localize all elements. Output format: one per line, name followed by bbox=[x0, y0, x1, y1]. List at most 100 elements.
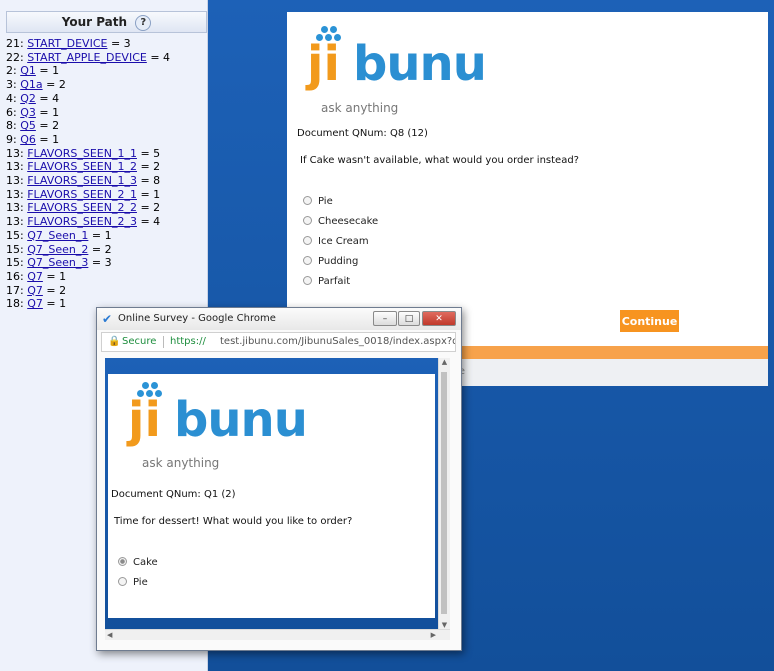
radio-button[interactable] bbox=[303, 236, 312, 245]
path-item-value: = 4 bbox=[146, 50, 171, 64]
path-item-value: = 2 bbox=[88, 242, 112, 256]
path-item-value: = 3 bbox=[88, 256, 112, 270]
path-item-index: 15: bbox=[6, 228, 28, 242]
path-item-value: = 4 bbox=[35, 91, 60, 105]
path-item-link[interactable]: Q3 bbox=[20, 106, 36, 119]
path-item-value: = 8 bbox=[136, 174, 161, 188]
path-item-link[interactable]: Q7 bbox=[27, 297, 43, 310]
path-item-link[interactable]: START_APPLE_DEVICE bbox=[27, 51, 147, 64]
path-item-link[interactable]: Q7_Seen_1 bbox=[27, 229, 88, 242]
path-item: 13: FLAVORS_SEEN_2_2 = 2 bbox=[6, 201, 170, 215]
popup-title: Online Survey - Google Chrome bbox=[118, 313, 276, 324]
path-item-index: 13: bbox=[6, 201, 28, 215]
popup-answer-option[interactable]: Pie bbox=[118, 577, 158, 597]
path-item-link[interactable]: Q2 bbox=[20, 92, 36, 105]
path-item: 22: START_APPLE_DEVICE = 4 bbox=[6, 51, 170, 65]
popup-question-number: Document QNum: Q1 (2) bbox=[111, 489, 236, 500]
answer-option[interactable]: Parfait bbox=[303, 276, 378, 296]
path-item-index: 3: bbox=[6, 78, 21, 92]
scroll-thumb[interactable] bbox=[441, 372, 447, 614]
path-item-link[interactable]: FLAVORS_SEEN_2_3 bbox=[27, 215, 137, 228]
answer-option[interactable]: Pudding bbox=[303, 256, 378, 276]
path-item-value: = 5 bbox=[136, 146, 161, 160]
popup-titlebar[interactable]: ✔ Online Survey - Google Chrome – □ ✕ bbox=[97, 308, 461, 330]
scroll-down-icon[interactable]: ▼ bbox=[439, 621, 450, 629]
scroll-left-icon[interactable]: ◀ bbox=[107, 630, 112, 640]
path-item-link[interactable]: FLAVORS_SEEN_2_2 bbox=[27, 201, 137, 214]
path-item-value: = 2 bbox=[136, 201, 161, 215]
scroll-up-icon[interactable]: ▲ bbox=[439, 358, 450, 366]
answer-option-label: Pie bbox=[318, 196, 333, 207]
path-item-value: = 1 bbox=[35, 105, 60, 119]
path-item: 15: Q7_Seen_2 = 2 bbox=[6, 243, 170, 257]
path-item-index: 13: bbox=[6, 215, 28, 229]
scroll-right-icon[interactable]: ▶ bbox=[431, 630, 436, 640]
horizontal-scrollbar[interactable]: ◀ ▶ bbox=[105, 629, 450, 640]
popup-question-text: Time for dessert! What would you like to… bbox=[114, 516, 353, 527]
answer-option[interactable]: Cheesecake bbox=[303, 216, 378, 236]
popup-window: ✔ Online Survey - Google Chrome – □ ✕ 🔒 … bbox=[96, 307, 462, 651]
path-item-link[interactable]: START_DEVICE bbox=[27, 37, 107, 50]
secure-label: Secure bbox=[122, 336, 157, 347]
path-item-link[interactable]: Q5 bbox=[20, 119, 36, 132]
vertical-scrollbar[interactable]: ▲ ▼ bbox=[438, 358, 450, 630]
popup-jibunu-logo: ji bunu ask anything bbox=[122, 382, 308, 470]
path-item-link[interactable]: Q7 bbox=[27, 284, 43, 297]
address-bar[interactable]: 🔒 Secure https:// test.jibunu.com/Jibunu… bbox=[101, 332, 456, 352]
radio-button[interactable] bbox=[303, 196, 312, 205]
path-item-link[interactable]: FLAVORS_SEEN_1_1 bbox=[27, 147, 137, 160]
path-item-link[interactable]: Q7 bbox=[27, 270, 43, 283]
path-item-link[interactable]: Q1a bbox=[20, 78, 42, 91]
answer-option[interactable]: Ice Cream bbox=[303, 236, 378, 256]
chrome-check-icon: ✔ bbox=[102, 312, 113, 326]
path-item-link[interactable]: Q6 bbox=[20, 133, 36, 146]
path-item: 16: Q7 = 1 bbox=[6, 270, 170, 284]
popup-survey-card: ji bunu ask anything Document QNum: Q1 (… bbox=[108, 374, 435, 618]
radio-button[interactable] bbox=[303, 256, 312, 265]
answer-option-label: Pudding bbox=[318, 256, 359, 267]
continue-button[interactable]: Continue bbox=[620, 310, 679, 332]
minimize-button[interactable]: – bbox=[373, 311, 397, 326]
popup-answer-option-label: Cake bbox=[133, 557, 158, 568]
jibunu-logo: ji bunu ask anything bbox=[301, 26, 487, 115]
maximize-button[interactable]: □ bbox=[398, 311, 420, 326]
radio-button-selected[interactable] bbox=[118, 557, 127, 566]
answer-options: Pie Cheesecake Ice Cream Pudding Parfait bbox=[303, 196, 378, 296]
popup-logo-ji: ji bbox=[128, 392, 161, 448]
path-item-value: = 1 bbox=[88, 228, 112, 242]
path-item: 6: Q3 = 1 bbox=[6, 106, 170, 120]
path-item-value: = 1 bbox=[35, 132, 60, 146]
popup-answer-option-label: Pie bbox=[133, 577, 148, 588]
path-item-index: 16: bbox=[6, 269, 28, 283]
path-item-link[interactable]: FLAVORS_SEEN_1_2 bbox=[27, 160, 137, 173]
question-number: Document QNum: Q8 (12) bbox=[297, 128, 428, 139]
path-item-link[interactable]: Q1 bbox=[20, 64, 36, 77]
path-item-index: 9: bbox=[6, 132, 21, 146]
path-item-index: 8: bbox=[6, 119, 21, 133]
answer-option-label: Cheesecake bbox=[318, 216, 379, 227]
radio-button[interactable] bbox=[118, 577, 127, 586]
url-scheme: https:// bbox=[170, 336, 206, 347]
path-item-index: 15: bbox=[6, 242, 28, 256]
path-item: 15: Q7_Seen_3 = 3 bbox=[6, 256, 170, 270]
path-item-index: 2: bbox=[6, 64, 21, 78]
help-icon[interactable]: ? bbox=[135, 15, 152, 31]
logo-bunu: bunu bbox=[353, 36, 487, 92]
radio-button[interactable] bbox=[303, 276, 312, 285]
path-item: 13: FLAVORS_SEEN_1_3 = 8 bbox=[6, 174, 170, 188]
path-item-link[interactable]: Q7_Seen_3 bbox=[27, 256, 88, 269]
path-item-link[interactable]: FLAVORS_SEEN_2_1 bbox=[27, 188, 137, 201]
radio-button[interactable] bbox=[303, 216, 312, 225]
path-item: 8: Q5 = 2 bbox=[6, 119, 170, 133]
close-button[interactable]: ✕ bbox=[422, 311, 456, 326]
path-item-value: = 2 bbox=[136, 160, 161, 174]
path-item-index: 4: bbox=[6, 91, 21, 105]
popup-answer-option[interactable]: Cake bbox=[118, 557, 158, 577]
path-item: 13: FLAVORS_SEEN_2_3 = 4 bbox=[6, 215, 170, 229]
path-item: 21: START_DEVICE = 3 bbox=[6, 37, 170, 51]
answer-option[interactable]: Pie bbox=[303, 196, 378, 216]
path-item-index: 6: bbox=[6, 105, 21, 119]
path-item-link[interactable]: Q7_Seen_2 bbox=[27, 243, 88, 256]
path-item-index: 22: bbox=[6, 50, 28, 64]
path-item-link[interactable]: FLAVORS_SEEN_1_3 bbox=[27, 174, 137, 187]
